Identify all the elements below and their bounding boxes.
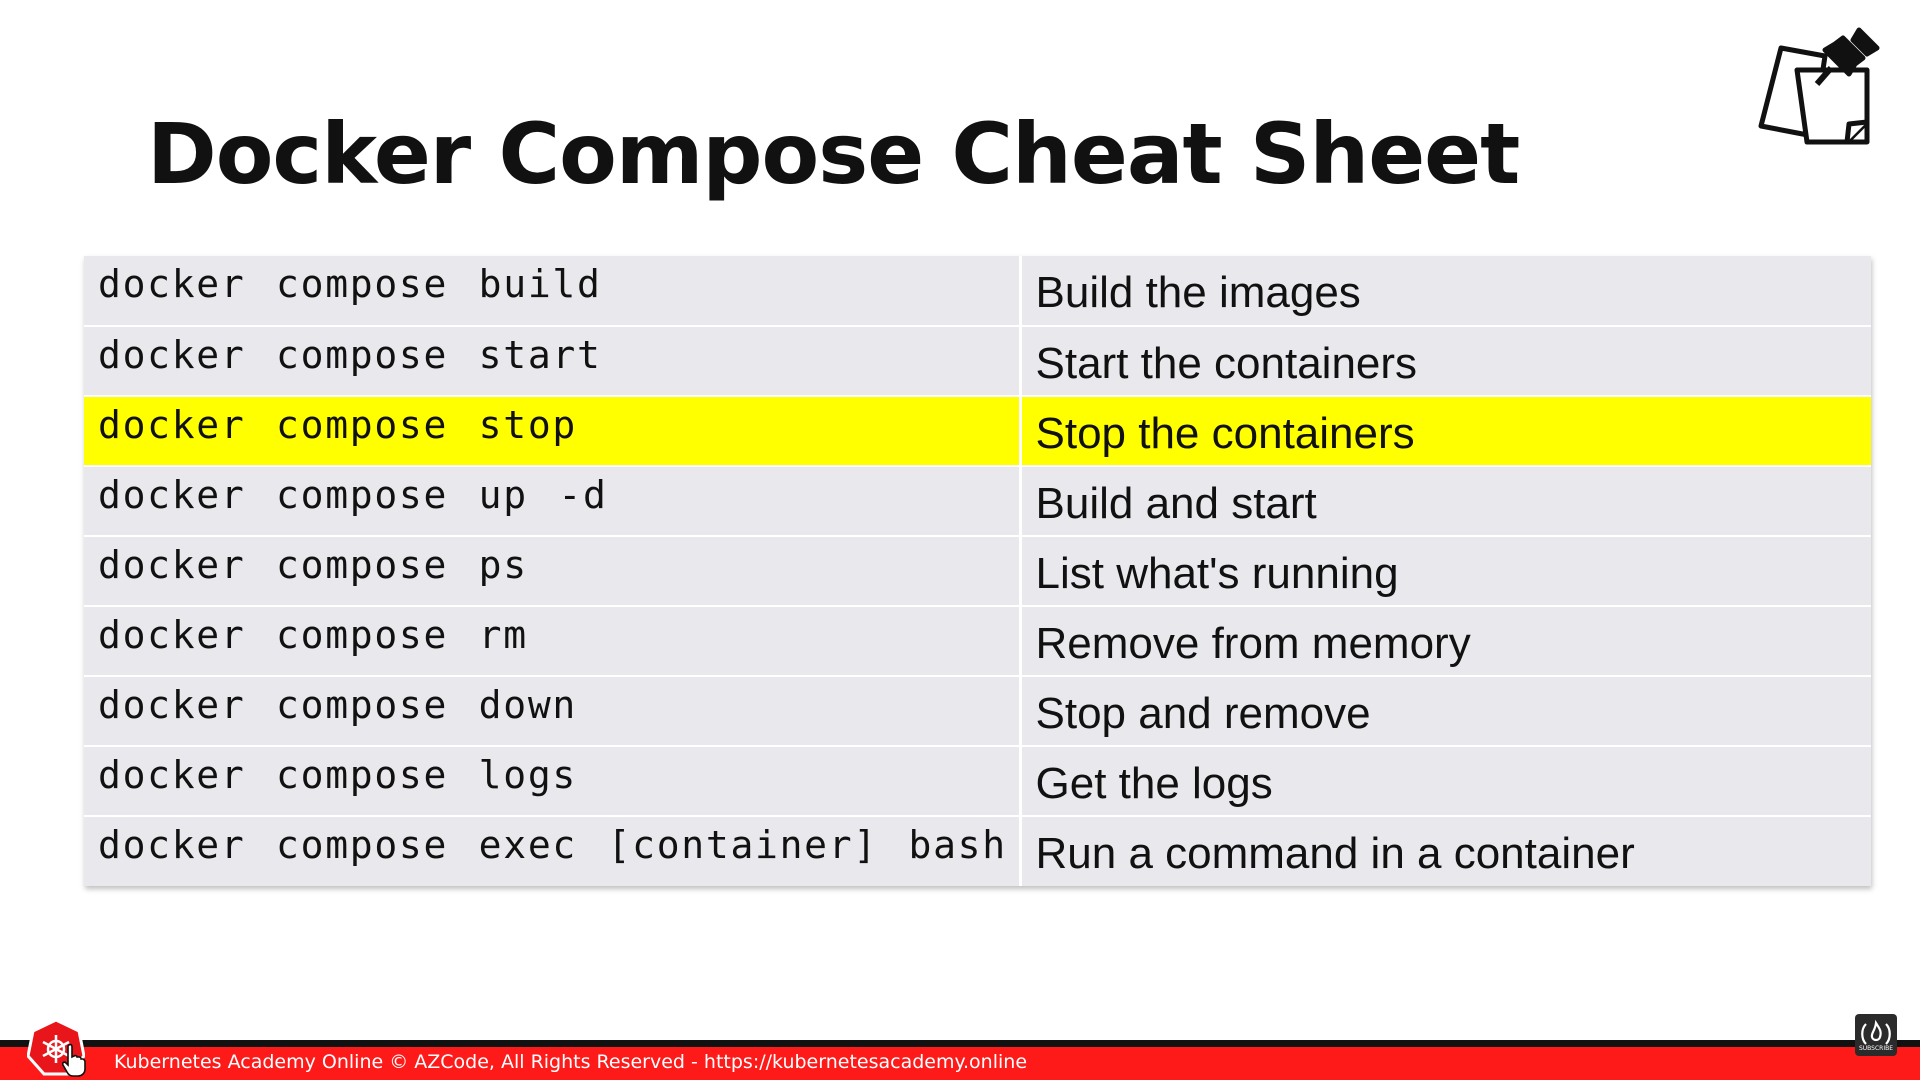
table-row: docker compose rm Remove from memory bbox=[84, 606, 1871, 677]
slide-title: Docker Compose Cheat Sheet bbox=[147, 105, 1520, 203]
command-cell: docker compose exec [container] bash bbox=[84, 816, 1022, 886]
command-cell: docker compose build bbox=[84, 256, 1022, 327]
table-row: docker compose down Stop and remove bbox=[84, 676, 1871, 747]
subscribe-label: SUBSCRIBE bbox=[1858, 1045, 1894, 1052]
description-cell: Remove from memory bbox=[1020, 606, 1871, 677]
table-row: docker compose start Start the containers bbox=[84, 326, 1871, 397]
description-cell: Build and start bbox=[1020, 466, 1871, 537]
command-cell: docker compose start bbox=[84, 326, 1022, 397]
description-cell: Stop and remove bbox=[1020, 676, 1871, 747]
table-row: docker compose up -d Build and start bbox=[84, 466, 1871, 537]
table-row: docker compose logs Get the logs bbox=[84, 746, 1871, 817]
command-cell: docker compose ps bbox=[84, 536, 1022, 607]
table-row: docker compose exec [container] bash Run … bbox=[84, 816, 1871, 886]
description-cell: Get the logs bbox=[1020, 746, 1871, 817]
command-cell: docker compose up -d bbox=[84, 466, 1022, 537]
command-cell: docker compose stop bbox=[84, 396, 1022, 467]
pinned-note-icon bbox=[1758, 27, 1880, 145]
description-cell: List what's running bbox=[1020, 536, 1871, 607]
cheat-sheet-table: docker compose build Build the images dock… bbox=[84, 256, 1871, 886]
description-cell: Start the containers bbox=[1020, 326, 1871, 397]
table-row: docker compose build Build the images bbox=[84, 256, 1871, 327]
command-cell: docker compose logs bbox=[84, 746, 1022, 817]
command-cell: docker compose down bbox=[84, 676, 1022, 747]
footer-copyright: Kubernetes Academy Online © AZCode, All … bbox=[114, 1051, 1028, 1073]
table-row: docker compose stop Stop the containers bbox=[84, 396, 1871, 467]
description-cell: Build the images bbox=[1020, 256, 1871, 327]
command-cell: docker compose rm bbox=[84, 606, 1022, 677]
description-cell: Run a command in a container bbox=[1020, 816, 1871, 886]
hand-cursor-icon bbox=[62, 1043, 86, 1077]
table-row: docker compose ps List what's running bbox=[84, 536, 1871, 607]
description-cell: Stop the containers bbox=[1020, 396, 1871, 467]
